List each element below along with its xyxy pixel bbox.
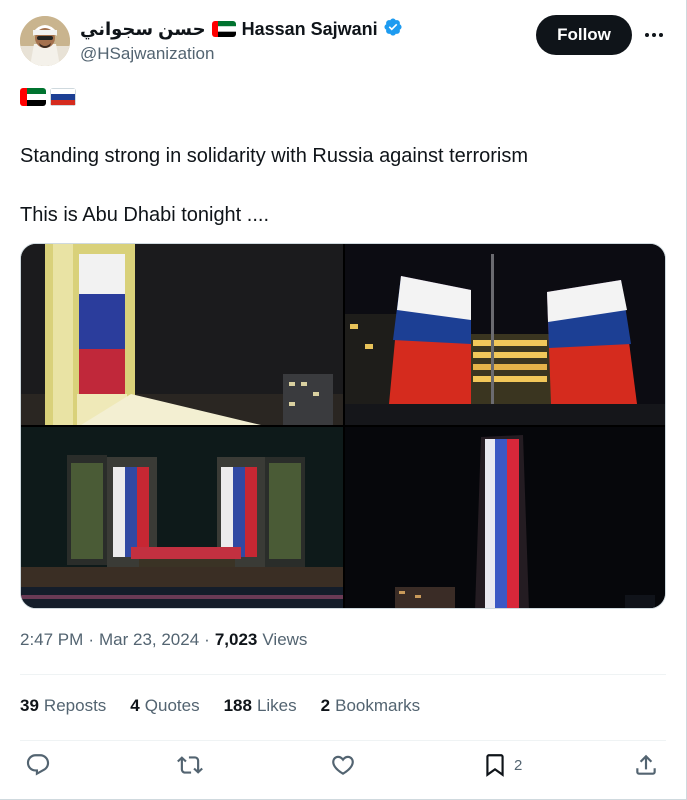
- author-names: حسن سجواني Hassan Sajwani @HSajwanizatio…: [80, 17, 403, 64]
- display-name: Hassan Sajwani: [241, 18, 378, 39]
- tweet-text-line-2: This is Abu Dhabi tonight ....: [20, 204, 270, 226]
- reposts-count: 39: [20, 696, 39, 715]
- media-photo-4[interactable]: [345, 427, 665, 608]
- reply-icon: [25, 752, 51, 778]
- likes-count: 188: [223, 696, 252, 715]
- bookmarks-count: 2: [320, 696, 331, 715]
- reply-button[interactable]: [25, 752, 51, 778]
- author-handle[interactable]: @HSajwanization: [80, 44, 403, 64]
- separator: ·: [204, 630, 210, 649]
- more-horizontal-icon[interactable]: [642, 25, 666, 45]
- follow-button[interactable]: Follow: [536, 15, 632, 55]
- likes-stat[interactable]: 188 Likes: [224, 696, 297, 716]
- tweet-card: حسن سجواني Hassan Sajwani @HSajwanizatio…: [0, 0, 687, 800]
- action-bar: 2: [20, 752, 666, 788]
- media-grid: [20, 243, 666, 609]
- reposts-label: Reposts: [43, 696, 107, 715]
- bookmark-icon: [482, 752, 508, 778]
- verified-badge-icon: [383, 17, 403, 42]
- views-count: 7,023: [214, 630, 258, 649]
- quotes-stat[interactable]: 4 Quotes: [130, 696, 199, 716]
- quotes-count: 4: [130, 696, 140, 715]
- heart-icon: [330, 752, 356, 778]
- separator: ·: [88, 630, 94, 649]
- share-icon: [633, 752, 659, 778]
- bookmarks-stat[interactable]: 2 Bookmarks: [321, 696, 421, 716]
- engagement-stats: 39 Reposts 4 Quotes 188 Likes 2 Bookmarks: [20, 696, 444, 716]
- tweet-meta: 2:47 PM · Mar 23, 2024 · 7,023 Views: [20, 630, 307, 650]
- bookmarks-label: Bookmarks: [335, 696, 421, 715]
- tweet-date[interactable]: Mar 23, 2024: [99, 630, 199, 650]
- tweet-header: حسن سجواني Hassan Sajwani @HSajwanizatio…: [20, 15, 668, 68]
- views-label: Views: [262, 630, 308, 649]
- flag-emoji-row: [20, 88, 76, 106]
- author-name-row[interactable]: حسن سجواني Hassan Sajwani: [80, 17, 403, 42]
- russia-flag-icon: [50, 88, 76, 106]
- tweet-time[interactable]: 2:47 PM: [20, 630, 83, 650]
- share-button[interactable]: [633, 752, 659, 778]
- reposts-stat[interactable]: 39 Reposts: [20, 696, 106, 716]
- media-photo-2[interactable]: [345, 244, 665, 425]
- uae-flag-icon: [211, 21, 236, 37]
- divider: [20, 674, 666, 675]
- media-photo-1[interactable]: [21, 244, 343, 425]
- likes-label: Likes: [256, 696, 297, 715]
- repost-icon: [177, 752, 203, 778]
- media-photo-3[interactable]: [21, 427, 343, 608]
- quotes-label: Quotes: [144, 696, 200, 715]
- divider: [20, 740, 666, 741]
- bookmark-button[interactable]: 2: [482, 752, 522, 778]
- like-button[interactable]: [330, 752, 356, 778]
- tweet-text-line-1: Standing strong in solidarity with Russi…: [20, 145, 528, 167]
- bookmark-count: 2: [514, 756, 523, 774]
- repost-button[interactable]: [177, 752, 203, 778]
- avatar[interactable]: [20, 16, 70, 66]
- uae-flag-icon: [20, 88, 46, 106]
- arabic-name: حسن سجواني: [80, 18, 206, 39]
